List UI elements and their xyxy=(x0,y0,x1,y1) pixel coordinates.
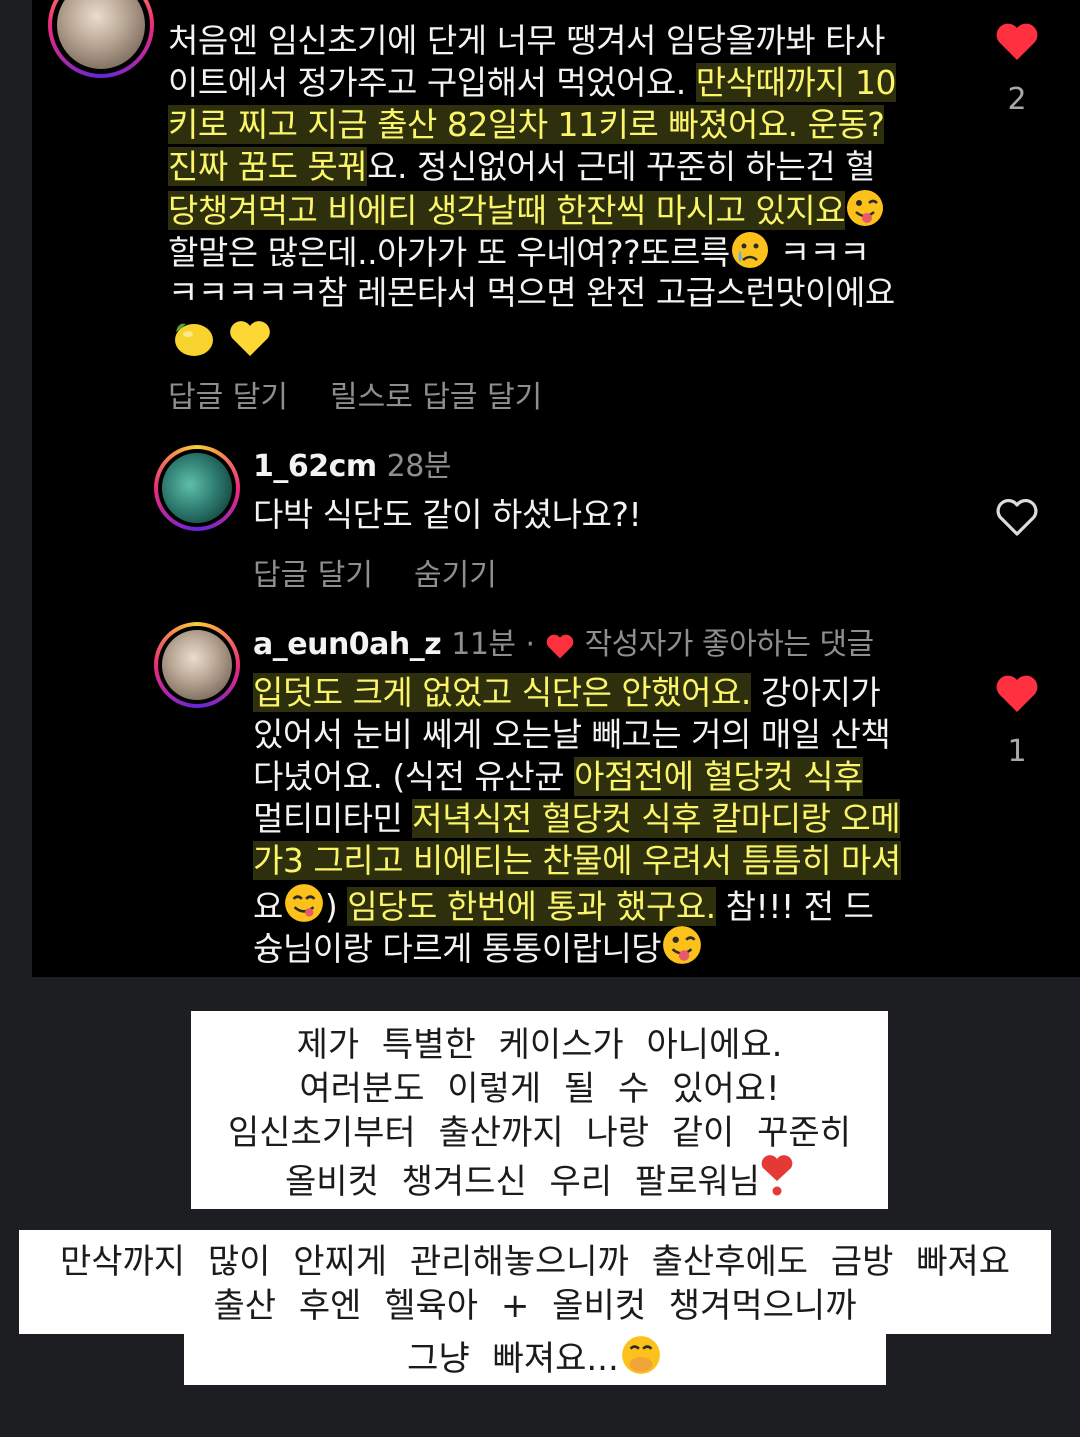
commenter-avatar[interactable] xyxy=(154,445,240,531)
comment-text-line: 다녔어요. (식전 유산균 아점전에 혈당컷 식후 xyxy=(253,757,863,796)
reels-reply-button[interactable]: 릴스로 답글 달기 xyxy=(330,372,542,416)
timestamp: 11분 xyxy=(451,627,516,662)
separator: · xyxy=(525,627,536,662)
comment-header: 1_62cm 28분 xyxy=(253,444,451,488)
commenter-avatar[interactable] xyxy=(154,622,240,708)
comment-text-line: ㅋㅋㅋㅋㅋ참 레몬타서 먹으면 완전 고급스런맛이에요 xyxy=(168,273,895,312)
wink-tongue-emoji xyxy=(847,190,884,226)
hide-button[interactable]: 숨기기 xyxy=(414,550,497,594)
comment-text-line: 키로 찌고 지금 출산 82일차 11키로 빠졌어요. 운동? xyxy=(168,105,885,144)
heart-exclamation-emoji xyxy=(761,1155,793,1196)
comment-text-line: 이트에서 정가주고 구입해서 먹었어요. 만삭때까지 10 xyxy=(168,63,897,102)
comment-text-line: 처음엔 임신초기에 단게 너무 땡겨서 임당올까봐 타사 xyxy=(168,21,885,60)
reply-button[interactable]: 답글 달기 xyxy=(168,372,288,416)
heart-filled-icon[interactable] xyxy=(994,20,1040,62)
comment-text-line: 가3 그리고 비에티는 찬물에 우려서 틈틈히 마셔 xyxy=(253,841,901,880)
yum-emoji xyxy=(284,884,323,922)
comment-text-line: 진짜 꿈도 못꿔요. 정신없어서 근데 꾸준히 하는건 혈 xyxy=(168,147,875,186)
comment-emoji-line xyxy=(168,316,274,364)
hand-over-mouth-emoji xyxy=(621,1336,660,1374)
caption-line: 임신초기부터 출산까지 나랑 같이 꾸준히 xyxy=(228,1113,851,1153)
liked-by-author-label: 작성자가 좋아하는 댓글 xyxy=(584,627,875,662)
wink-tongue-emoji xyxy=(663,926,702,964)
yellow-heart-emoji xyxy=(230,321,270,356)
like-count: 2 xyxy=(1007,82,1027,117)
timestamp: 28분 xyxy=(386,449,452,484)
lemon-emoji xyxy=(175,323,213,356)
caption-line: 올비컷 챙겨드신 우리 팔로워님 xyxy=(191,1155,888,1204)
caption-line: 제가 특별한 케이스가 아니에요. xyxy=(296,1025,783,1065)
like-count: 1 xyxy=(1007,734,1027,769)
heart-outline-icon[interactable] xyxy=(994,496,1040,538)
crying-emoji xyxy=(731,232,768,268)
username[interactable]: 1_62cm xyxy=(253,449,377,484)
caption-line: 그냥 빠져요... xyxy=(184,1334,886,1381)
comment-text-line: 슝님이랑 다르게 통통이랍니당 xyxy=(253,924,703,970)
caption-line: 여러분도 이렇게 될 수 있어요! xyxy=(299,1069,780,1109)
comment-text-line: 입덧도 크게 없었고 식단은 안했어요. 강아지가 xyxy=(253,673,881,712)
caption-box: 그냥 빠져요... xyxy=(184,1330,886,1385)
comment-header: a_eun0ah_z 11분 · 작성자가 좋아하는 댓글 xyxy=(253,622,874,666)
caption-box: 제가 특별한 케이스가 아니에요. 여러분도 이렇게 될 수 있어요! 임신초기… xyxy=(191,1011,888,1209)
comment-text-line: 할말은 많은데..아가가 또 우네여??또르륵 ㅋㅋㅋ xyxy=(168,230,870,274)
comment-text: 다박 식단도 같이 하셨나요?! xyxy=(253,495,642,534)
reply-button[interactable]: 답글 달기 xyxy=(253,550,373,594)
comment-text-line: 있어서 눈비 쎄게 오는날 빼고는 거의 매일 산책 xyxy=(253,715,891,754)
caption-line: 만삭까지 많이 안찌게 관리해놓으니까 출산후에도 금방 빠져요 xyxy=(59,1242,1011,1282)
comment-text-line: 당챙겨먹고 비에티 생각날때 한잔씩 마시고 있지요 xyxy=(168,188,885,232)
username[interactable]: a_eun0ah_z xyxy=(253,627,442,662)
heart-filled-icon[interactable] xyxy=(994,672,1040,714)
comment-text-line: 멀티미타민 저녁식전 혈당컷 식후 칼마디랑 오메 xyxy=(253,799,901,838)
caption-box: 만삭까지 많이 안찌게 관리해놓으니까 출산후에도 금방 빠져요 출산 후엔 헬… xyxy=(19,1230,1051,1334)
author-liked-heart-icon xyxy=(546,634,573,659)
comment-text-line: 요) 임당도 한번에 통과 했구요. 참!!! 전 드 xyxy=(253,882,874,928)
caption-line: 출산 후엔 헬육아 + 올비컷 챙겨먹으니까 xyxy=(213,1286,857,1326)
